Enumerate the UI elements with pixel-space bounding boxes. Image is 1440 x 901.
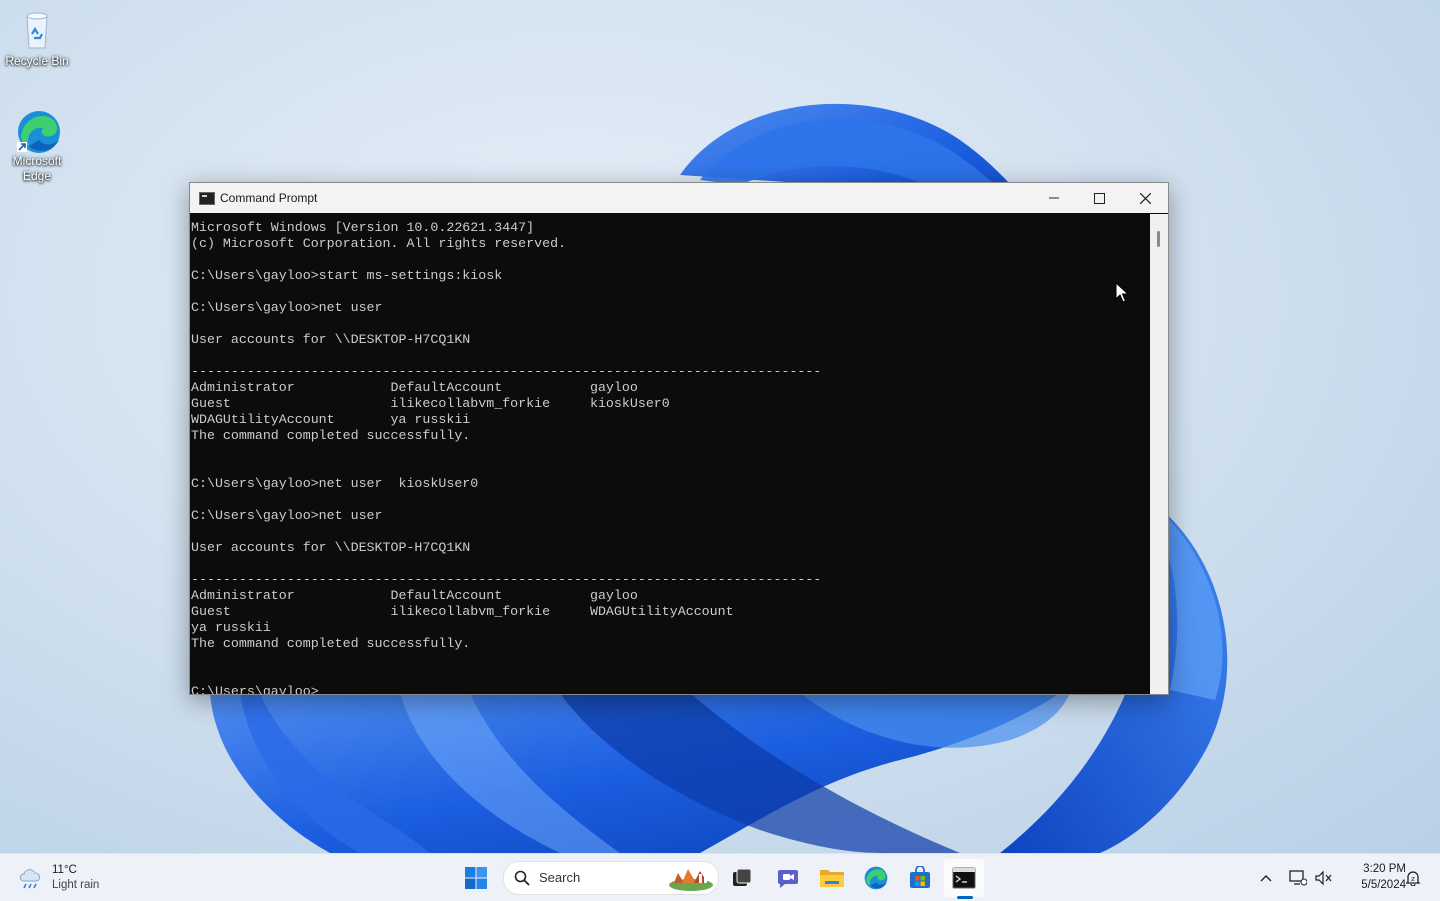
volume-icon (1315, 870, 1332, 886)
weather-condition: Light rain (52, 879, 100, 891)
file-explorer-icon (820, 870, 844, 887)
title-bar[interactable]: Command Prompt (190, 183, 1168, 213)
search-box[interactable]: Search (503, 861, 719, 895)
vertical-scrollbar[interactable] (1150, 214, 1168, 694)
close-button[interactable] (1122, 183, 1168, 213)
search-placeholder: Search (539, 870, 581, 885)
console-line: C:\Users\gayloo>start ms-settings:kiosk (191, 268, 503, 283)
console-line: C:\Users\gayloo>net user kioskUser0 (191, 476, 479, 491)
chat-icon (778, 870, 798, 888)
file-explorer-button[interactable] (812, 859, 852, 897)
console-line: ----------------------------------------… (191, 572, 822, 587)
show-hidden-icons-button[interactable] (1248, 859, 1284, 897)
start-icon (465, 867, 487, 889)
scrollbar-thumb[interactable] (1157, 231, 1160, 247)
console-line: Microsoft Windows [Version 10.0.22621.34… (191, 220, 535, 235)
notification-icon: z (1405, 871, 1421, 886)
console-line: Guest ilikecollabvm_forkie WDAGUtilityAc… (191, 604, 734, 619)
console-output[interactable]: Microsoft Windows [Version 10.0.22621.34… (190, 214, 1150, 694)
recycle-bin-icon (15, 8, 59, 52)
network-icon (1289, 870, 1307, 886)
taskbar: 11°C Light rain Search 3:20 PM 5/5/2024 … (0, 853, 1440, 901)
desktop-icon-label: Recycle Bin (5, 54, 69, 68)
task-view-button[interactable] (722, 859, 762, 897)
edge-icon (15, 108, 60, 153)
notification-button[interactable]: z (1396, 859, 1430, 897)
edge-taskbar-button[interactable] (856, 859, 896, 897)
console-line: Administrator DefaultAccount gayloo (191, 380, 638, 395)
store-icon (910, 866, 930, 888)
desktop-icon-recycle-bin[interactable]: Recycle Bin (1, 8, 73, 69)
desktop-icon-label: Microsoft Edge (12, 154, 62, 183)
console-line: The command completed successfully. (191, 636, 471, 651)
terminal-icon (952, 867, 976, 889)
cloud-rain-icon (19, 869, 41, 889)
console-line: C:\Users\gayloo> (191, 684, 319, 694)
console-line: WDAGUtilityAccount ya russkii (191, 412, 471, 427)
console-text[interactable]: Microsoft Windows [Version 10.0.22621.34… (190, 214, 1150, 694)
console-line: (c) Microsoft Corporation. All rights re… (191, 236, 567, 251)
active-app-indicator (957, 896, 973, 899)
console-line: User accounts for \\DESKTOP-H7CQ1KN (191, 332, 471, 347)
weather-widget[interactable]: 11°C Light rain (16, 860, 99, 896)
svg-text:z: z (1411, 875, 1415, 883)
maximize-button[interactable] (1076, 183, 1122, 213)
volume-button[interactable] (1306, 859, 1342, 897)
edge-icon (864, 866, 888, 890)
cmd-icon (199, 192, 215, 205)
weather-temperature: 11°C (52, 864, 77, 876)
console-line: ----------------------------------------… (191, 364, 822, 379)
task-view-icon (733, 868, 752, 886)
console-line: C:\Users\gayloo>net user (191, 300, 383, 315)
search-icon (514, 870, 530, 886)
console-line: Guest ilikecollabvm_forkie kioskUser0 (191, 396, 670, 411)
search-highlight-icon (669, 869, 713, 891)
chevron-up-icon (1260, 875, 1272, 882)
minimize-button[interactable] (1031, 183, 1077, 213)
maximize-icon (1093, 192, 1105, 204)
console-line: User accounts for \\DESKTOP-H7CQ1KN (191, 540, 471, 555)
close-icon (1139, 192, 1151, 204)
console-line: Administrator DefaultAccount gayloo (191, 588, 638, 603)
store-button[interactable] (900, 859, 940, 897)
terminal-taskbar-button[interactable] (944, 859, 984, 897)
window-title: Command Prompt (220, 191, 318, 205)
mouse-pointer-icon (1115, 282, 1129, 303)
console-line: The command completed successfully. (191, 428, 471, 443)
console-line: C:\Users\gayloo>net user (191, 508, 383, 523)
console-line: ya russkii (191, 620, 271, 635)
minimize-icon (1049, 197, 1059, 199)
desktop-icon-edge[interactable]: Microsoft Edge (1, 108, 73, 184)
start-button[interactable] (456, 859, 496, 897)
chat-button[interactable] (768, 859, 808, 897)
command-prompt-window[interactable]: Command Prompt Microsoft Windows [Versio… (189, 182, 1169, 695)
